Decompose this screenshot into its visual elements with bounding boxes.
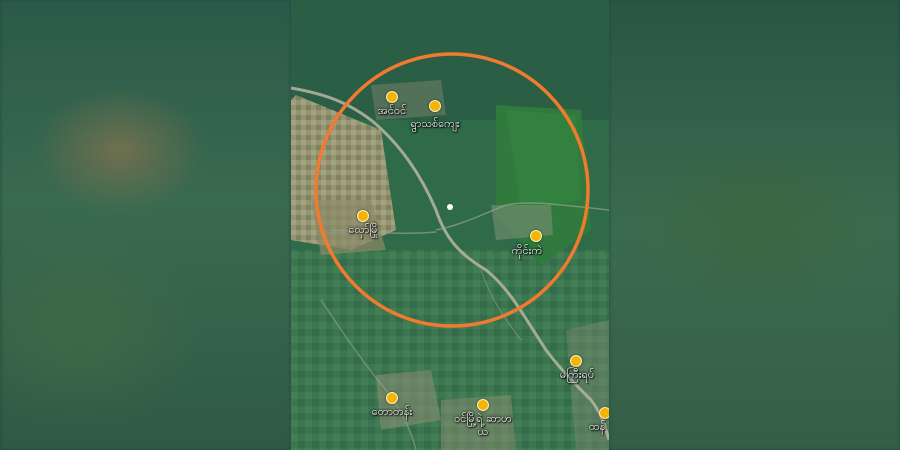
satellite-map[interactable]: အင်ဝင် ရွာသစ်ကျေး လှော်မြို ကိုင်းကဲ မကြ… xyxy=(291,0,609,450)
place-pin[interactable] xyxy=(357,210,369,222)
place-label[interactable]: ရွာသစ်ကျေး xyxy=(411,117,460,130)
place-label[interactable]: လှော်မြို xyxy=(349,223,378,236)
map-terrain xyxy=(291,0,609,450)
place-pin[interactable] xyxy=(477,399,489,411)
place-pin[interactable] xyxy=(530,230,542,242)
place-label[interactable]: တောတန်း xyxy=(372,405,412,418)
place-pin[interactable] xyxy=(386,91,398,103)
place-label[interactable]: ဝင်မြို့ရဲ့ ဆာဟယ xyxy=(453,412,513,438)
place-label[interactable]: ကိုင်းကဲ xyxy=(512,244,542,257)
blurred-background-left xyxy=(0,0,291,450)
place-label[interactable]: အင်ဝင် xyxy=(378,104,406,117)
place-label[interactable]: ထန် xyxy=(589,420,605,433)
place-pin[interactable] xyxy=(429,100,441,112)
place-pin[interactable] xyxy=(599,407,609,419)
place-label[interactable]: မကြီးရပ် xyxy=(560,368,594,381)
place-pin[interactable] xyxy=(386,392,398,404)
blurred-background-right xyxy=(609,0,900,450)
place-pin[interactable] xyxy=(570,355,582,367)
center-point xyxy=(447,204,453,210)
